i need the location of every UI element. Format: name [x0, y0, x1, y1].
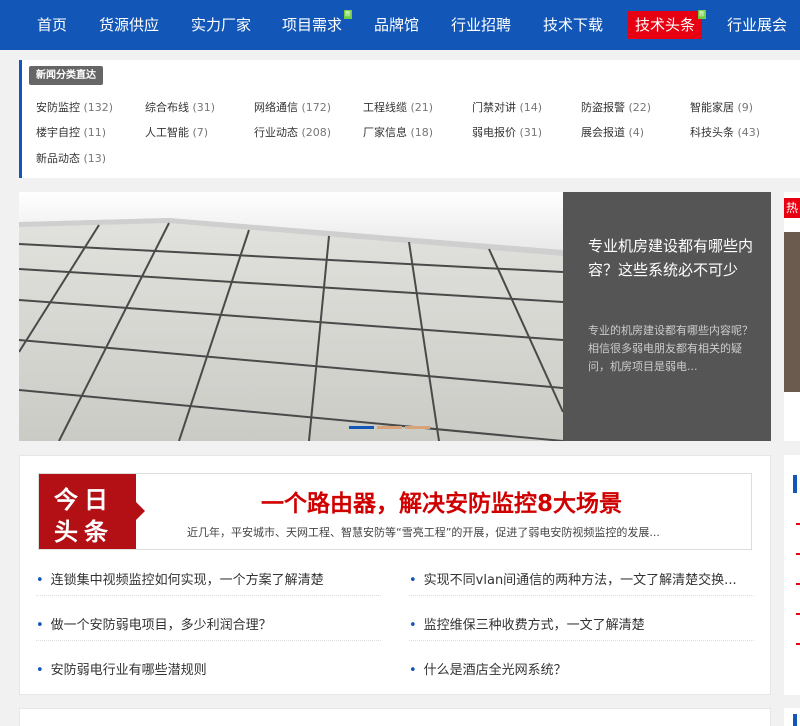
- nav-item-brands[interactable]: 品牌馆: [374, 0, 419, 50]
- nav-item-jobs[interactable]: 行业招聘: [451, 0, 511, 50]
- category-link[interactable]: 防盗报警 (22): [581, 99, 651, 115]
- headline-box: 今日 头条 一个路由器，解决安防监控8大场景 近几年，平安城市、天网工程、智慧安…: [19, 455, 771, 695]
- category-link[interactable]: 工程线缆 (21): [363, 99, 433, 115]
- news-item[interactable]: • 做一个安防弱电项目，多少利润合理？: [36, 614, 272, 633]
- rank-marker: [796, 523, 800, 525]
- hot-news-image[interactable]: [784, 232, 800, 392]
- category-link[interactable]: 安防监控 (132): [36, 99, 113, 115]
- side-panel-2: [784, 708, 800, 726]
- category-link[interactable]: 行业动态 (208): [254, 124, 331, 140]
- slide-caption-panel: 专业机房建设都有哪些内容？这些系统必不可少 专业的机房建设都有哪些内容呢？相信很…: [563, 192, 771, 441]
- nav-item-tech-headlines[interactable]: 技术头条新: [628, 0, 706, 50]
- divider: [409, 595, 754, 596]
- category-link[interactable]: 科技头条 (43): [690, 124, 760, 140]
- new-badge: 新: [698, 10, 706, 19]
- news-item[interactable]: • 什么是酒店全光网系统？: [409, 659, 567, 678]
- nav-item-projects[interactable]: 项目需求新: [282, 0, 352, 50]
- category-title: 新闻分类直达: [29, 66, 103, 85]
- logo-arrow: [136, 502, 145, 520]
- rank-marker: [796, 553, 800, 555]
- featured-slider[interactable]: 专业机房建设都有哪些内容？这些系统必不可少 专业的机房建设都有哪些内容呢？相信很…: [19, 192, 771, 441]
- top-headline[interactable]: 今日 头条 一个路由器，解决安防监控8大场景 近几年，平安城市、天网工程、智慧安…: [38, 473, 752, 550]
- slider-dot-active[interactable]: [349, 426, 374, 429]
- category-link[interactable]: 弱电报价 (31): [472, 124, 542, 140]
- category-link[interactable]: 人工智能 (7): [145, 124, 208, 140]
- slider-dot[interactable]: [405, 426, 430, 429]
- news-item[interactable]: • 安防弱电行业有哪些潜规则: [36, 659, 207, 678]
- new-badge: 新: [344, 10, 352, 19]
- top-nav: 首页 货源供应 实力厂家 项目需求新 品牌馆 行业招聘 技术下载 技术头条新 行…: [0, 0, 800, 50]
- side-panel: [784, 455, 800, 695]
- headline-summary: 近几年，平安城市、天网工程、智慧安防等“雪亮工程”的开展，促进了弱电安防视频监控…: [187, 526, 660, 539]
- nav-item-exhibitions[interactable]: 行业展会: [727, 0, 787, 50]
- news-item[interactable]: • 监控维保三种收费方式，一文了解清楚: [409, 614, 645, 633]
- nav-item-manufacturers[interactable]: 实力厂家: [191, 0, 251, 50]
- divider: [36, 640, 381, 641]
- slide-description: 专业的机房建设都有哪些内容呢？相信很多弱电朋友都有相关的疑问，机房项目是弱电..…: [588, 324, 753, 373]
- category-link[interactable]: 门禁对讲 (14): [472, 99, 542, 115]
- divider: [409, 640, 754, 641]
- rank-marker: [796, 643, 800, 645]
- section-marker: [793, 475, 797, 493]
- slider-dot[interactable]: [377, 426, 402, 429]
- category-link[interactable]: 展会报道 (4): [581, 124, 644, 140]
- category-link[interactable]: 新品动态 (13): [36, 150, 106, 166]
- nav-item-supply[interactable]: 货源供应: [99, 0, 159, 50]
- category-link[interactable]: 智能家居 (9): [690, 99, 753, 115]
- headline-title[interactable]: 一个路由器，解决安防监控8大场景: [261, 484, 622, 518]
- news-item[interactable]: • 连锁集中视频监控如何实现，一个方案了解清楚: [36, 569, 324, 588]
- section-marker: [793, 714, 797, 726]
- category-link[interactable]: 楼宇自控 (11): [36, 124, 106, 140]
- next-section-box: [19, 708, 771, 726]
- nav-item-home[interactable]: 首页: [37, 0, 67, 50]
- news-item[interactable]: • 实现不同vlan间通信的两种方法，一文了解清楚交换...: [409, 569, 737, 588]
- slide-title[interactable]: 专业机房建设都有哪些内容？这些系统必不可少: [588, 234, 753, 282]
- rank-marker: [796, 583, 800, 585]
- slide-image[interactable]: [19, 192, 563, 441]
- today-headline-logo: 今日 头条: [39, 474, 136, 549]
- category-link[interactable]: 厂家信息 (18): [363, 124, 433, 140]
- category-link[interactable]: 综合布线 (31): [145, 99, 215, 115]
- category-link[interactable]: 网络通信 (172): [254, 99, 331, 115]
- hot-news-panel: 热: [784, 192, 800, 441]
- category-box: 新闻分类直达 安防监控 (132) 综合布线 (31) 网络通信 (172) 工…: [19, 60, 800, 178]
- nav-item-downloads[interactable]: 技术下载: [543, 0, 603, 50]
- divider: [36, 595, 381, 596]
- hot-label: 热: [784, 198, 800, 218]
- rank-marker: [796, 613, 800, 615]
